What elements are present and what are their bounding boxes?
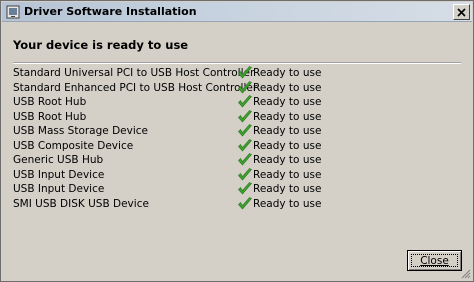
device-row: USB Mass Storage Device Ready to use xyxy=(13,124,433,139)
device-status: Ready to use xyxy=(253,67,322,79)
close-button-label: Close xyxy=(411,254,458,267)
device-row: Generic USB Hub Ready to use xyxy=(13,153,433,168)
device-row: USB Root Hub Ready to use xyxy=(13,109,433,125)
resize-grip-icon[interactable] xyxy=(461,269,471,279)
device-row: SMI USB DISK USB Device Ready to use xyxy=(13,196,433,212)
device-icon xyxy=(6,5,20,19)
device-name: USB Root Hub xyxy=(13,110,87,123)
device-status: Ready to use xyxy=(253,139,322,152)
device-list: Standard Universal PCI to USB Host Contr… xyxy=(13,66,433,211)
device-row: Standard Enhanced PCI to USB Host Contro… xyxy=(13,80,433,96)
green-checkmark-icon xyxy=(238,196,252,209)
device-row: USB Composite Device Ready to use xyxy=(13,138,433,154)
device-status: Ready to use xyxy=(253,81,322,94)
window-title: Driver Software Installation xyxy=(24,5,197,18)
device-status: Ready to use xyxy=(253,154,322,166)
device-status: Ready to use xyxy=(253,197,322,210)
device-name: USB Input Device xyxy=(13,183,105,195)
device-name: SMI USB DISK USB Device xyxy=(13,197,149,210)
status-heading: Your device is ready to use xyxy=(13,38,189,52)
device-name: USB Composite Device xyxy=(13,139,134,152)
driver-install-dialog: Driver Software Installation Your device… xyxy=(0,0,474,282)
device-row: USB Root Hub Ready to use xyxy=(13,95,433,110)
device-row: USB Input Device Ready to use xyxy=(13,182,433,197)
device-row: Standard Universal PCI to USB Host Contr… xyxy=(13,66,433,81)
device-row: USB Input Device Ready to use xyxy=(13,167,433,183)
device-name: Standard Enhanced PCI to USB Host Contro… xyxy=(13,81,258,94)
separator xyxy=(13,62,461,64)
close-button[interactable]: Close xyxy=(407,250,462,271)
device-status: Ready to use xyxy=(253,110,322,123)
window-close-button[interactable] xyxy=(453,4,470,20)
title-bar[interactable]: Driver Software Installation xyxy=(2,2,472,22)
device-name: USB Input Device xyxy=(13,168,105,181)
device-status: Ready to use xyxy=(253,183,322,195)
device-status: Ready to use xyxy=(253,168,322,181)
close-x-icon xyxy=(457,8,466,17)
device-status: Ready to use xyxy=(253,96,322,108)
device-name: Standard Universal PCI to USB Host Contr… xyxy=(13,67,255,79)
device-name: USB Mass Storage Device xyxy=(13,125,148,137)
device-name: USB Root Hub xyxy=(13,96,87,108)
device-status: Ready to use xyxy=(253,125,322,137)
device-name: Generic USB Hub xyxy=(13,154,104,166)
